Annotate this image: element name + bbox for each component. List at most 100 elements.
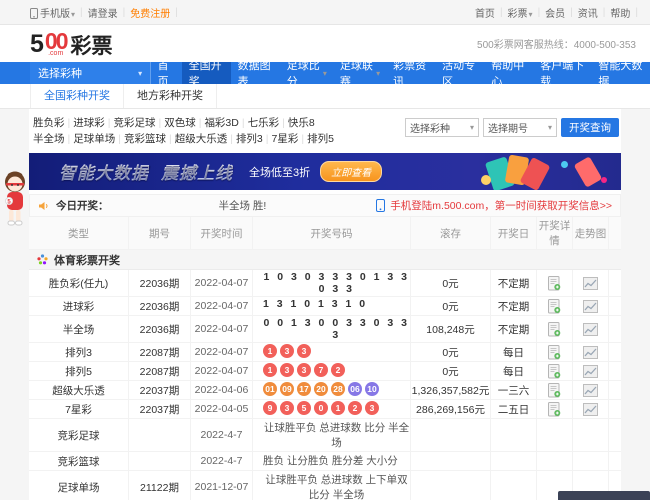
nav-item[interactable]: 帮助中心 [485,60,534,88]
draw-detail-icon[interactable] [548,275,561,291]
lottery-type-link[interactable]: 足球单场 [58,480,100,495]
draw-date-cell: 2022-4-7 [191,452,253,470]
quick-link[interactable]: 胜负彩 [33,117,65,129]
lottery-type-link[interactable]: 排列5 [65,364,92,379]
quick-link[interactable]: 排列5 [307,133,334,145]
quick-link[interactable]: 7星彩 [272,133,299,145]
nav-item[interactable]: 首页 [151,60,182,88]
quick-link[interactable]: 半全场 [33,133,65,145]
draw-query-button[interactable]: 开奖查询 [561,118,619,137]
banner-cta-button[interactable]: 立即查看 [320,161,383,182]
table-header-cell: 开奖日 [491,217,537,249]
draw-detail-icon[interactable] [548,363,561,379]
logo-500-lottery[interactable]: 5 00 .com 彩票 [30,30,113,58]
quick-link[interactable]: 超级大乐透 [175,133,228,145]
trend-chart-icon[interactable] [583,345,598,359]
floating-widget-bar[interactable] [558,491,650,500]
banner-title-2: 震撼上线 [161,159,233,184]
nav-item[interactable]: 客户端下载 [534,60,592,88]
jackpot-cell [411,452,491,470]
lottery-ball: 2 [331,363,345,377]
quick-link[interactable]: 竞彩足球 [113,117,155,129]
table-section-header: 体育彩票开奖 [29,250,621,270]
nav-item[interactable]: 足球联赛 ▾ [333,60,386,88]
lottery-type-link[interactable]: 进球彩 [63,299,95,314]
topbar-link[interactable]: 首页 [475,5,495,20]
draw-detail-icon[interactable] [548,401,561,417]
nav-item[interactable]: 数据图表 [231,60,280,88]
nav-item[interactable]: 智能大数据 [592,60,650,88]
lottery-type-select[interactable]: 选择彩种 ▾ [30,62,152,84]
trend-chart-icon[interactable] [583,383,598,397]
select-issue-label: 选择期号 [488,124,528,135]
quick-link[interactable]: 快乐8 [288,117,315,129]
draw-date-cell: 2021-12-07 [191,471,253,500]
trend-chart-cell [573,362,609,380]
draw-detail-icon[interactable] [548,298,561,314]
quick-link[interactable]: 七乐彩 [248,117,280,129]
lottery-type-cell: 足球单场 [29,471,129,500]
draw-detail-icon[interactable] [548,382,561,398]
separator: | [67,133,71,145]
issue-cell: 22037期 [129,400,191,418]
draw-numbers-cell: 133 [253,343,411,361]
trend-chart-icon[interactable] [583,276,598,290]
promo-banner[interactable]: 智能大数据 震撼上线 全场低至3折 立即查看 [29,153,621,190]
nav-item[interactable]: 活动专区 [436,60,485,88]
lottery-type-link[interactable]: 排列3 [65,345,92,360]
lottery-type-link[interactable]: 竞彩足球 [58,428,100,443]
mascot-character[interactable]: 5 [1,171,31,232]
separator: | [301,133,305,145]
nav-item[interactable]: 全国开奖 [182,60,232,88]
draw-play-types: 让球胜平负 总进球数 上下单双 比分 半全场 [265,474,408,500]
nav-item[interactable]: 足球比分 ▾ [280,60,333,88]
topbar-link[interactable]: 手机版▾ [30,5,75,20]
page: 手机版▾ | 请登录 | 免费注册 | 首页 | 彩票▾ | 会员 | 资讯 | 帮助 | 5 00 .co… [0,0,650,500]
mobile-site-link[interactable]: 手机登陆m.500.com，第一时间获取开奖信息>> [376,198,612,213]
draw-detail-icon[interactable] [548,321,561,337]
quick-link[interactable]: 进球彩 [73,117,105,129]
trend-chart-icon[interactable] [583,299,598,313]
subtab[interactable]: 全国彩种开奖 [30,84,124,108]
quick-link[interactable]: 排列3 [236,133,263,145]
trend-chart-cell [573,343,609,361]
quick-link[interactable]: 竞彩篮球 [124,133,166,145]
table-header-cell: 开奖号码 [253,217,411,249]
lottery-type-link[interactable]: 半全场 [63,322,95,337]
topbar-link[interactable]: 会员 [545,5,565,20]
spacer-cell [609,362,621,380]
topbar-link[interactable]: 帮助 [610,5,630,20]
topbar-link[interactable]: 请登录 [88,5,118,20]
lottery-type-cell: 竞彩足球 [29,419,129,451]
select-issue-dropdown[interactable]: 选择期号 ▾ [483,118,557,137]
nav-item[interactable]: 彩票资讯 [387,60,436,88]
separator: | [158,117,162,129]
quick-link[interactable]: 福彩3D [204,117,238,129]
topbar-link[interactable]: 彩票▾ [508,5,533,20]
lottery-type-link[interactable]: 竞彩篮球 [58,454,100,469]
topbar-link[interactable]: 资讯 [578,5,598,20]
quick-link[interactable]: 足球单场 [73,133,115,145]
trend-chart-cell [573,381,609,399]
trend-chart-icon[interactable] [583,364,598,378]
lottery-ball: 9 [263,401,277,415]
select-lottery-dropdown[interactable]: 选择彩种 ▾ [405,118,479,137]
trend-chart-icon[interactable] [583,322,598,336]
today-draw-bar: 今日开奖： 半全场 胜! 手机登陆m.500.com，第一时间获取开奖信息>> [29,194,621,217]
draw-numbers-cell: 让球胜平负 总进球数 比分 半全场 [253,419,411,451]
draw-detail-icon[interactable] [548,344,561,360]
spacer-cell [609,381,621,399]
lottery-type-link[interactable]: 超级大乐透 [52,383,105,398]
lottery-type-link[interactable]: 7星彩 [65,402,92,417]
table-row: 进球彩 22036期 2022-04-07 1 3 1 0 1 3 1 0 0元 不定期 [29,297,621,316]
topbar-link[interactable]: 免费注册 [130,5,170,20]
logo-caipiao-text: 彩票 [70,35,113,58]
jackpot-cell: 108,248元 [411,316,491,342]
quick-link[interactable]: 双色球 [164,117,196,129]
lottery-type-link[interactable]: 胜负彩(任九) [49,276,109,291]
trend-chart-icon[interactable] [583,402,598,416]
nav-items: 首页 全国开奖 数据图表 足球比分 ▾ 足球联赛 ▾ 彩票资讯 活动专区 帮助中心 客户端下载 智能大… [151,60,650,88]
banner-title-1: 智能大数据 [59,159,149,184]
lottery-type-cell: 排列3 [29,343,129,361]
subtab[interactable]: 地方彩种开奖 [124,84,217,108]
